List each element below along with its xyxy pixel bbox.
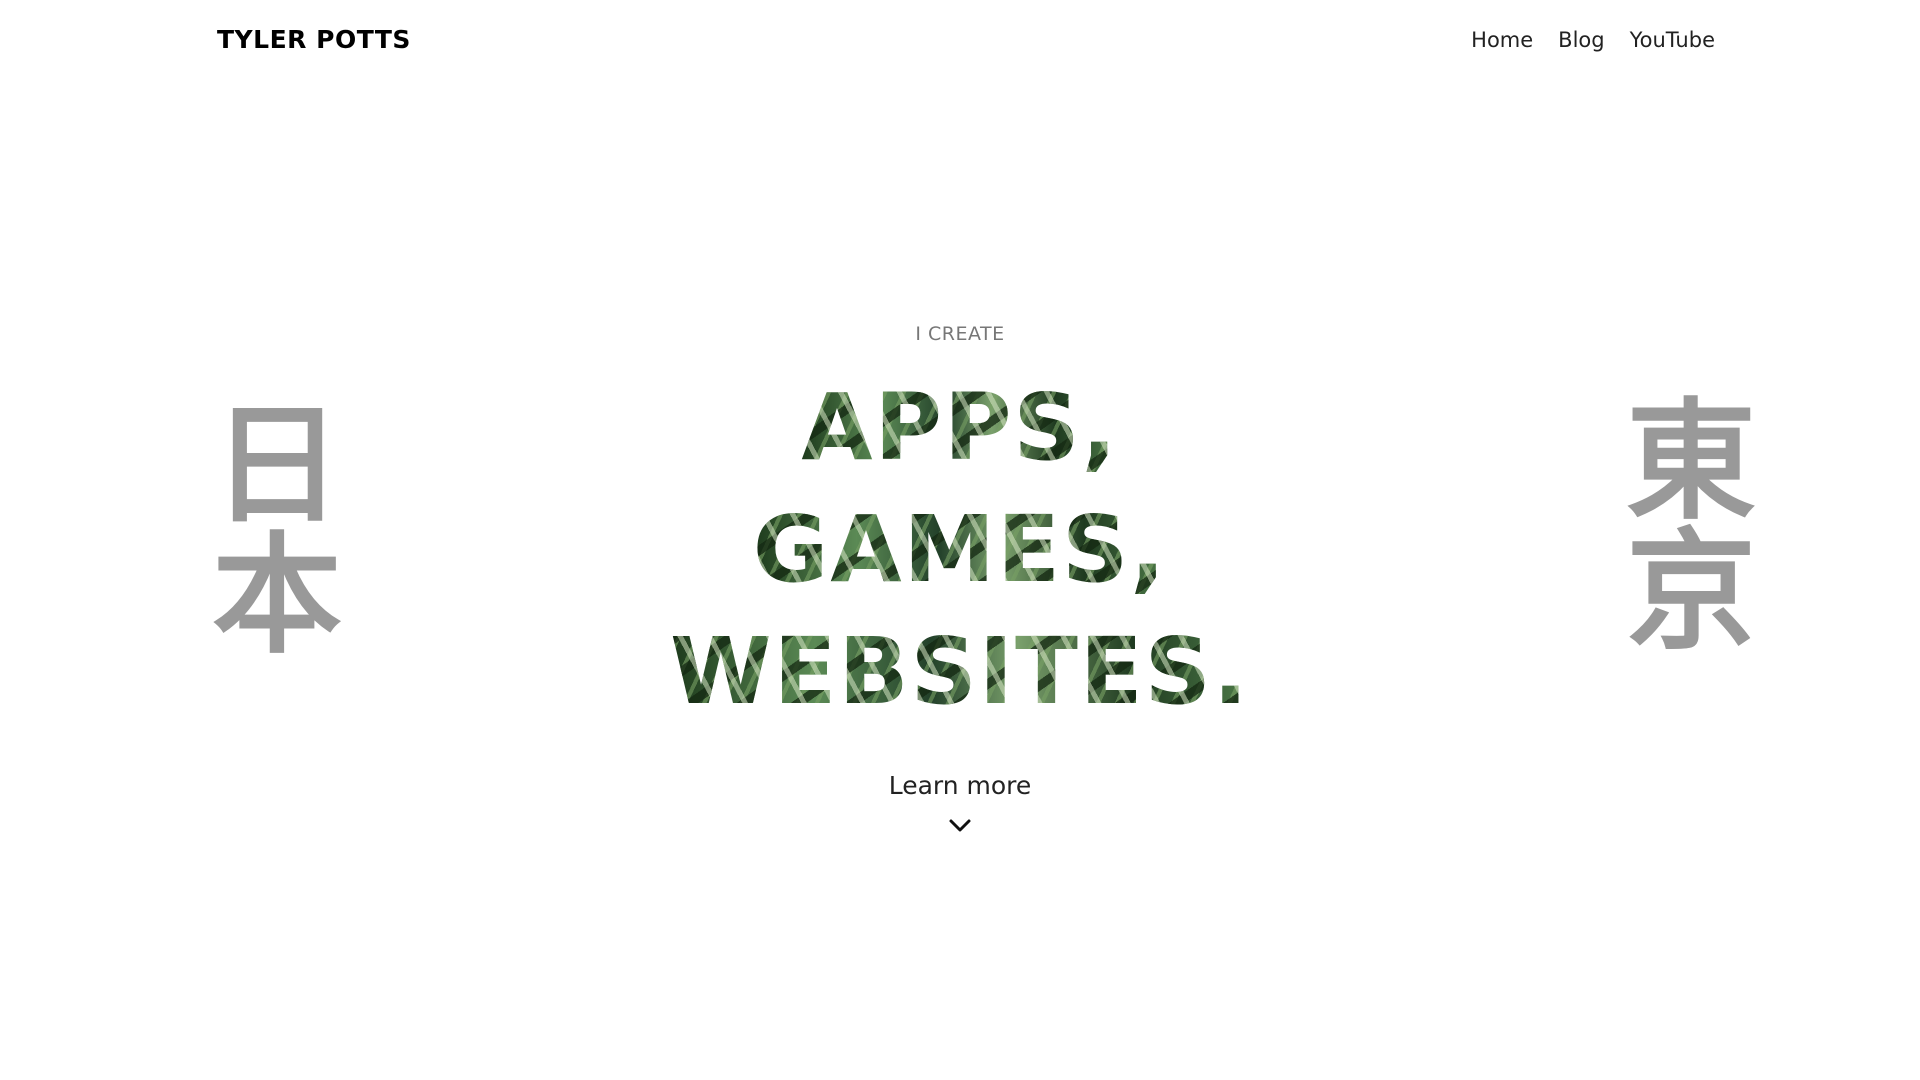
learn-more-link[interactable]: Learn more (889, 768, 1032, 804)
headline-line-websites: WEBSITES. (670, 611, 1250, 733)
chevron-down-icon[interactable] (948, 818, 972, 834)
brand-logo[interactable]: TYLER POTTS (217, 22, 411, 58)
nav-link-youtube[interactable]: YouTube (1630, 24, 1715, 56)
nav-link-blog[interactable]: Blog (1558, 24, 1604, 56)
hero-headline: APPS, GAMES, WEBSITES. (0, 367, 1920, 733)
main-nav: Home Blog YouTube (1471, 24, 1715, 56)
nav-link-home[interactable]: Home (1471, 24, 1533, 56)
headline-line-games: GAMES, (752, 489, 1168, 611)
learn-more-cta: Learn more (0, 768, 1920, 834)
site-header: TYLER POTTS Home Blog YouTube (0, 0, 1920, 80)
hero-section: I CREATE APPS, GAMES, WEBSITES. (0, 310, 1920, 733)
hero-eyebrow: I CREATE (915, 323, 1005, 345)
headline-line-apps: APPS, (801, 367, 1119, 489)
